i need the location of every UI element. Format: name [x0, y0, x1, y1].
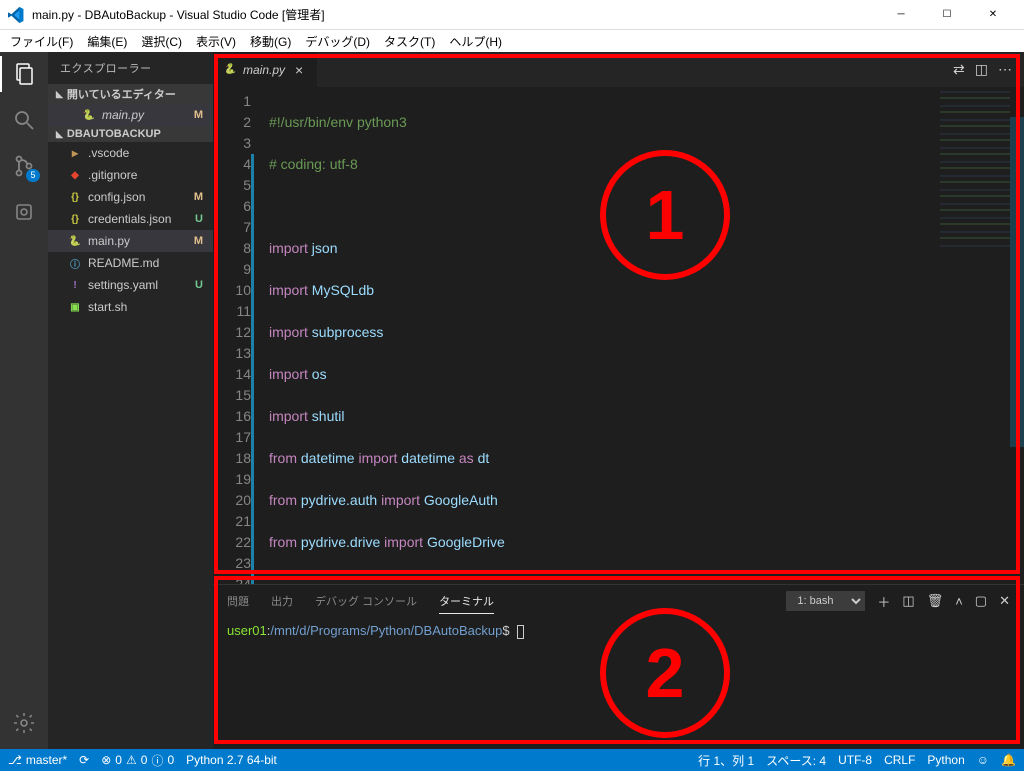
split-editor-icon[interactable]: ◫	[975, 61, 988, 78]
file-icon: !	[68, 278, 82, 292]
search-icon[interactable]	[10, 106, 38, 134]
explorer-icon[interactable]	[10, 60, 38, 88]
file-item[interactable]: ▸.vscode	[48, 142, 213, 164]
menubar: ファイル(F) 編集(E) 選択(C) 表示(V) 移動(G) デバッグ(D) …	[0, 30, 1024, 52]
menu-go[interactable]: 移動(G)	[244, 31, 297, 52]
line-numbers: 123456789101112131415161718192021222324	[213, 87, 269, 584]
sync-status[interactable]: ⟳	[79, 753, 89, 767]
python-file-icon: 🐍	[223, 63, 237, 77]
file-item[interactable]: !settings.yamlU	[48, 274, 213, 296]
git-branch-status[interactable]: ⎇ master*	[8, 753, 67, 767]
status-bar: ⎇ master* ⟳ ⊗ 0 ⚠ 0 ⓘ 0 Python 2.7 64-bi…	[0, 749, 1024, 771]
terminal-cursor	[517, 625, 524, 639]
explorer-sidebar: エクスプローラー ◣開いているエディター 🐍 main.py M ◣DBAUTO…	[48, 52, 213, 749]
minimize-button[interactable]: ─	[878, 0, 924, 30]
activity-bar: 5	[0, 52, 48, 749]
file-item[interactable]: ◆.gitignore	[48, 164, 213, 186]
compare-icon[interactable]: ⇄	[953, 61, 965, 78]
scrollbar-decoration[interactable]	[1010, 87, 1024, 584]
eol-status[interactable]: CRLF	[884, 753, 915, 767]
minimap[interactable]	[940, 91, 1010, 251]
file-item[interactable]: ⓘREADME.md	[48, 252, 213, 274]
file-icon: {}	[68, 212, 82, 226]
file-item[interactable]: ▣start.sh	[48, 296, 213, 318]
open-editors-section[interactable]: ◣開いているエディター	[48, 84, 213, 104]
editor-tab-main[interactable]: 🐍 main.py ×	[213, 52, 318, 87]
encoding-status[interactable]: UTF-8	[838, 753, 872, 767]
panel-tab-output[interactable]: 出力	[271, 589, 293, 613]
project-section[interactable]: ◣DBAUTOBACKUP	[48, 126, 213, 142]
notifications-icon[interactable]: 🔔	[1001, 753, 1016, 767]
close-panel-icon[interactable]: ✕	[999, 593, 1010, 609]
menu-debug[interactable]: デバッグ(D)	[299, 31, 376, 52]
new-terminal-icon[interactable]: ＋	[877, 592, 890, 611]
panel-tab-problems[interactable]: 問題	[227, 589, 249, 613]
menu-tasks[interactable]: タスク(T)	[378, 31, 441, 52]
language-mode[interactable]: Python	[927, 753, 964, 767]
file-icon: {}	[68, 190, 82, 204]
annotation-circle-2: 2	[600, 608, 730, 738]
scm-badge: 5	[26, 169, 40, 182]
menu-edit[interactable]: 編集(E)	[81, 31, 133, 52]
file-icon: ▸	[68, 146, 82, 160]
maximize-panel-icon[interactable]: ▢	[975, 593, 987, 609]
cursor-position[interactable]: 行 1、列 1	[698, 752, 754, 769]
open-editor-item[interactable]: 🐍 main.py M	[48, 104, 213, 126]
menu-help[interactable]: ヘルプ(H)	[443, 31, 508, 52]
more-actions-icon[interactable]: ⋯	[998, 61, 1012, 78]
tab-close-icon[interactable]: ×	[291, 62, 307, 78]
python-file-icon: 🐍	[82, 108, 96, 122]
code-editor[interactable]: 123456789101112131415161718192021222324 …	[213, 87, 1024, 584]
menu-file[interactable]: ファイル(F)	[4, 31, 79, 52]
close-button[interactable]: ✕	[970, 0, 1016, 30]
indentation-status[interactable]: スペース: 4	[766, 752, 826, 769]
debug-icon[interactable]	[10, 198, 38, 226]
file-item[interactable]: 🐍main.pyM	[48, 230, 213, 252]
file-icon: ▣	[68, 300, 82, 314]
window-title: main.py - DBAutoBackup - Visual Studio C…	[32, 6, 878, 23]
split-terminal-icon[interactable]: ◫	[902, 593, 914, 609]
file-icon: ◆	[68, 168, 82, 182]
problems-status[interactable]: ⊗ 0 ⚠ 0 ⓘ 0	[101, 752, 174, 769]
panel-up-icon[interactable]: ˄	[955, 594, 963, 609]
menu-view[interactable]: 表示(V)	[190, 31, 242, 52]
kill-terminal-icon[interactable]: 🗑	[927, 593, 944, 609]
terminal-selector[interactable]: 1: bash	[786, 591, 865, 611]
file-item[interactable]: {}config.jsonM	[48, 186, 213, 208]
panel-tab-debug-console[interactable]: デバッグ コンソール	[315, 589, 417, 613]
python-interpreter[interactable]: Python 2.7 64-bit	[186, 753, 277, 767]
annotation-circle-1: 1	[600, 150, 730, 280]
file-item[interactable]: {}credentials.jsonU	[48, 208, 213, 230]
file-icon: 🐍	[68, 234, 82, 248]
settings-gear-icon[interactable]	[10, 709, 38, 737]
feedback-icon[interactable]: ☺	[977, 753, 989, 767]
maximize-button[interactable]: ☐	[924, 0, 970, 30]
window-titlebar: main.py - DBAutoBackup - Visual Studio C…	[0, 0, 1024, 30]
editor-tabs: 🐍 main.py × ⇄ ◫ ⋯	[213, 52, 1024, 87]
sidebar-title: エクスプローラー	[48, 52, 213, 84]
panel-tab-terminal[interactable]: ターミナル	[439, 589, 494, 614]
source-control-icon[interactable]: 5	[10, 152, 38, 180]
vscode-logo-icon	[8, 7, 24, 23]
file-icon: ⓘ	[68, 256, 82, 270]
menu-selection[interactable]: 選択(C)	[135, 31, 188, 52]
